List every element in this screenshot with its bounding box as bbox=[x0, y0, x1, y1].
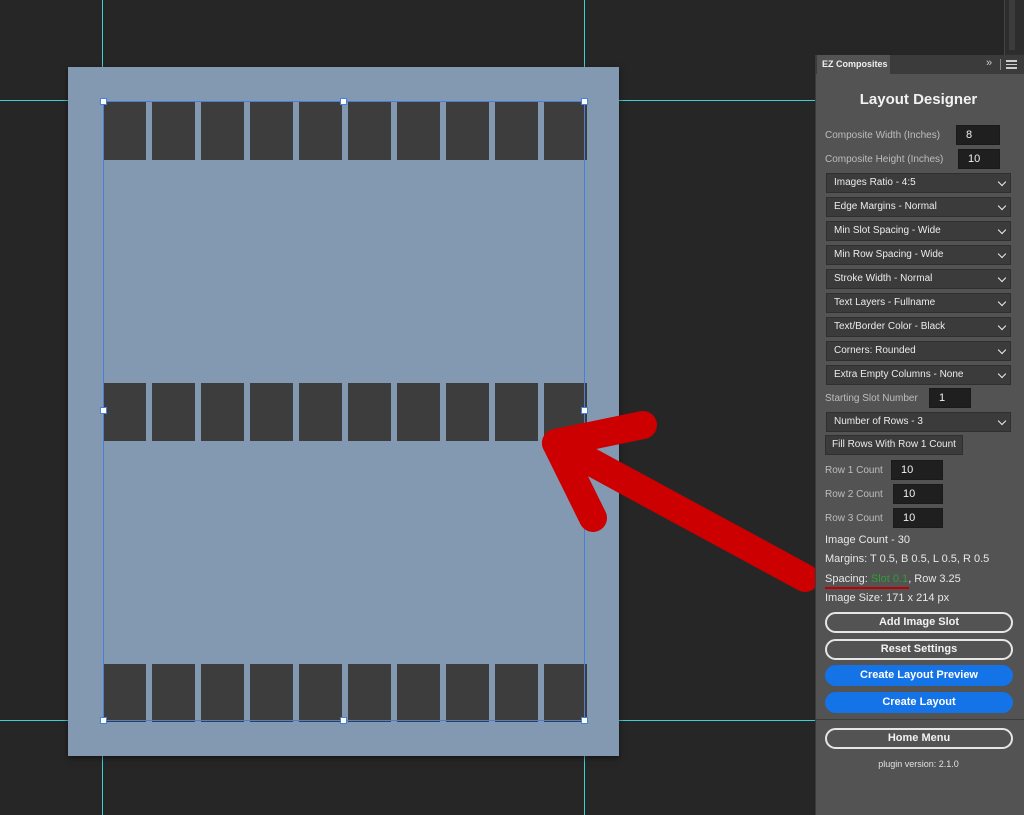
chevron-down-icon bbox=[997, 321, 1007, 331]
starting-slot-input[interactable]: 1 bbox=[929, 388, 971, 408]
chevron-down-icon bbox=[997, 297, 1007, 307]
composite-height-input[interactable]: 10 bbox=[958, 149, 1000, 169]
dropdown-label: Extra Empty Columns - None bbox=[834, 369, 964, 380]
row-3-count-input[interactable]: 10 bbox=[893, 508, 943, 528]
chevron-down-icon bbox=[997, 345, 1007, 355]
tab-separator bbox=[1000, 59, 1001, 70]
panel-tab-bar: EZ Composites » bbox=[816, 55, 1024, 74]
dropdown-label: Edge Margins - Normal bbox=[834, 201, 937, 212]
dropdown-label: Corners: Rounded bbox=[834, 345, 916, 356]
add-image-slot-button[interactable]: Add Image Slot bbox=[825, 612, 1013, 633]
composite-height-label: Composite Height (Inches) bbox=[825, 154, 944, 165]
create-layout-preview-button[interactable]: Create Layout Preview bbox=[825, 665, 1013, 686]
dropdown-label: Stroke Width - Normal bbox=[834, 273, 933, 284]
dropdown-label: Number of Rows - 3 bbox=[834, 416, 923, 427]
composite-width-label: Composite Width (Inches) bbox=[825, 130, 941, 141]
dropdown-label: Text/Border Color - Black bbox=[834, 321, 946, 332]
spacing-slot-value: Slot 0.1 bbox=[870, 573, 909, 585]
image-size-text: Image Size: 171 x 214 px bbox=[825, 592, 950, 604]
chevron-down-icon bbox=[997, 201, 1007, 211]
number-of-rows-dropdown[interactable]: Number of Rows - 3 bbox=[826, 412, 1011, 432]
dropdown-label: Min Row Spacing - Wide bbox=[834, 249, 944, 260]
row-2-count-input[interactable]: 10 bbox=[893, 484, 943, 504]
ez-composites-panel: EZ Composites » Layout Designer Composit… bbox=[815, 55, 1024, 815]
row-2-count-label: Row 2 Count bbox=[825, 489, 883, 500]
text-layers-dropdown[interactable]: Text Layers - Fullname bbox=[826, 293, 1011, 313]
images-ratio-dropdown[interactable]: Images Ratio - 4:5 bbox=[826, 173, 1011, 193]
dropdown-label: Min Slot Spacing - Wide bbox=[834, 225, 941, 236]
row-1-count-input[interactable]: 10 bbox=[891, 460, 943, 480]
chevron-down-icon bbox=[997, 225, 1007, 235]
spacing-text: Spacing: Slot 0.1, Row 3.25 bbox=[825, 573, 961, 585]
chevron-down-icon bbox=[997, 177, 1007, 187]
double-chevron-right-icon[interactable]: » bbox=[986, 57, 992, 69]
chevron-down-icon bbox=[997, 369, 1007, 379]
chevron-down-icon bbox=[997, 249, 1007, 259]
margins-text: Margins: T 0.5, B 0.5, L 0.5, R 0.5 bbox=[825, 553, 990, 565]
stroke-width-dropdown[interactable]: Stroke Width - Normal bbox=[826, 269, 1011, 289]
plugin-version-text: plugin version: 2.1.0 bbox=[878, 759, 959, 769]
hamburger-menu-icon[interactable] bbox=[1006, 58, 1017, 70]
dropdown-label: Text Layers - Fullname bbox=[834, 297, 936, 308]
composite-width-input[interactable]: 8 bbox=[956, 125, 1000, 145]
chevron-down-icon bbox=[997, 273, 1007, 283]
edge-margins-dropdown[interactable]: Edge Margins - Normal bbox=[826, 197, 1011, 217]
corners-dropdown[interactable]: Corners: Rounded bbox=[826, 341, 1011, 361]
fill-rows-button[interactable]: Fill Rows With Row 1 Count bbox=[825, 435, 963, 455]
tab-ez-composites[interactable]: EZ Composites bbox=[817, 55, 890, 74]
reset-settings-button[interactable]: Reset Settings bbox=[825, 639, 1013, 660]
min-slot-spacing-dropdown[interactable]: Min Slot Spacing - Wide bbox=[826, 221, 1011, 241]
text-border-color-dropdown[interactable]: Text/Border Color - Black bbox=[826, 317, 1011, 337]
row-1-count-label: Row 1 Count bbox=[825, 465, 883, 476]
min-row-spacing-dropdown[interactable]: Min Row Spacing - Wide bbox=[826, 245, 1011, 265]
starting-slot-label: Starting Slot Number bbox=[825, 393, 918, 404]
spacing-prefix: Spacing: bbox=[825, 573, 871, 585]
spacing-underline-annotation bbox=[825, 587, 909, 589]
dropdown-label: Images Ratio - 4:5 bbox=[834, 177, 916, 188]
home-menu-button[interactable]: Home Menu bbox=[825, 728, 1013, 749]
chevron-down-icon bbox=[997, 416, 1007, 426]
scrollbar[interactable] bbox=[1005, 0, 1024, 55]
create-layout-button[interactable]: Create Layout bbox=[825, 692, 1013, 713]
image-count-text: Image Count - 30 bbox=[825, 534, 910, 546]
scrollbar-thumb[interactable] bbox=[1009, 0, 1015, 50]
row-3-count-label: Row 3 Count bbox=[825, 513, 883, 524]
extra-empty-columns-dropdown[interactable]: Extra Empty Columns - None bbox=[826, 365, 1011, 385]
panel-title: Layout Designer bbox=[859, 91, 978, 108]
panel-divider bbox=[816, 719, 1024, 720]
spacing-row-value: , Row 3.25 bbox=[908, 573, 961, 585]
